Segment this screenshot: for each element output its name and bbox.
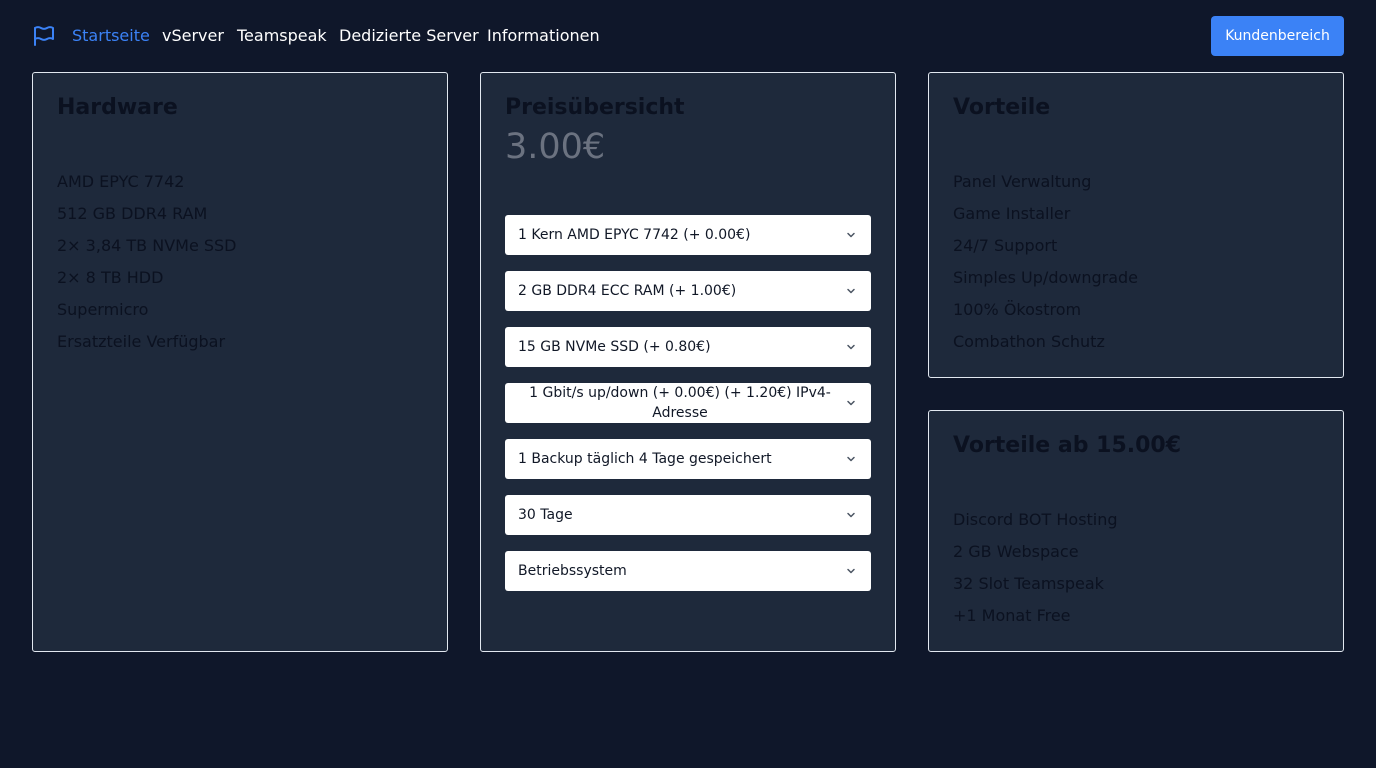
hardware-item: 2× 3,84 TB NVMe SSD bbox=[57, 236, 237, 255]
select-value: 30 Tage bbox=[518, 507, 573, 523]
pricing-title: Preisübersicht bbox=[505, 95, 685, 120]
nav-link-informationen[interactable]: Informationen bbox=[487, 25, 600, 47]
vorteil-item: Game Installer bbox=[953, 204, 1071, 223]
hardware-title: Hardware bbox=[57, 95, 178, 120]
nav-link-teamspeak[interactable]: Teamspeak bbox=[237, 25, 327, 47]
select-value: Betriebssystem bbox=[518, 563, 627, 579]
chevron-down-icon bbox=[847, 568, 855, 574]
hardware-card: Hardware AMD EPYC 7742 512 GB DDR4 RAM 2… bbox=[32, 72, 448, 652]
vorteil-item: Panel Verwaltung bbox=[953, 172, 1092, 191]
chevron-down-icon bbox=[847, 232, 855, 238]
backup-select[interactable]: 1 Backup täglich 4 Tage gespeichert bbox=[505, 439, 871, 479]
chevron-down-icon bbox=[847, 288, 855, 294]
vorteil-premium-item: 2 GB Webspace bbox=[953, 542, 1079, 561]
select-value: 1 Backup täglich 4 Tage gespeichert bbox=[518, 451, 772, 467]
kundenbereich-button[interactable]: Kundenbereich bbox=[1211, 16, 1344, 56]
select-value: 1 Kern AMD EPYC 7742 (+ 0.00€) bbox=[518, 227, 751, 243]
hardware-item: 2× 8 TB HDD bbox=[57, 268, 164, 287]
hardware-item: Supermicro bbox=[57, 300, 149, 319]
vorteil-premium-item: +1 Monat Free bbox=[953, 606, 1071, 625]
chevron-down-icon bbox=[847, 400, 855, 406]
vorteil-item: Combathon Schutz bbox=[953, 332, 1105, 351]
chevron-down-icon bbox=[847, 456, 855, 462]
vorteile-title: Vorteile bbox=[953, 95, 1051, 120]
nav-link-startseite[interactable]: Startseite bbox=[72, 25, 150, 47]
duration-select[interactable]: 30 Tage bbox=[505, 495, 871, 535]
flag-icon[interactable] bbox=[32, 24, 56, 48]
vorteil-item: Simples Up/downgrade bbox=[953, 268, 1139, 287]
vorteil-premium-item: 32 Slot Teamspeak bbox=[953, 574, 1104, 593]
hardware-item: AMD EPYC 7742 bbox=[57, 172, 185, 191]
chevron-down-icon bbox=[847, 344, 855, 350]
vorteil-premium-item: Discord BOT Hosting bbox=[953, 510, 1118, 529]
nav-link-vserver[interactable]: vServer bbox=[162, 25, 224, 47]
pricing-card: Preisübersicht 3.00€ 1 Kern AMD EPYC 774… bbox=[480, 72, 896, 652]
top-navigation: Startseite vServer Teamspeak Dedizierte … bbox=[0, 0, 1376, 72]
chevron-down-icon bbox=[847, 512, 855, 518]
os-select[interactable]: Betriebssystem bbox=[505, 551, 871, 591]
vorteile-premium-card: Vorteile ab 15.00€ Discord BOT Hosting 2… bbox=[928, 410, 1344, 652]
hardware-item: Ersatzteile Verfügbar bbox=[57, 332, 226, 351]
vorteile-premium-title: Vorteile ab 15.00€ bbox=[953, 433, 1182, 458]
total-price: 3.00€ bbox=[505, 127, 606, 167]
nav-link-dedizierte-server[interactable]: Dedizierte Server bbox=[339, 25, 479, 47]
cpu-select[interactable]: 1 Kern AMD EPYC 7742 (+ 0.00€) bbox=[505, 215, 871, 255]
vorteil-item: 24/7 Support bbox=[953, 236, 1058, 255]
select-value: 1 Gbit/s up/down (+ 0.00€) (+ 1.20€) IPv… bbox=[529, 385, 831, 421]
hardware-item: 512 GB DDR4 RAM bbox=[57, 204, 208, 223]
select-value: 2 GB DDR4 ECC RAM (+ 1.00€) bbox=[518, 283, 737, 299]
ram-select[interactable]: 2 GB DDR4 ECC RAM (+ 1.00€) bbox=[505, 271, 871, 311]
network-select[interactable]: 1 Gbit/s up/down (+ 0.00€) (+ 1.20€) IPv… bbox=[505, 383, 871, 423]
vorteile-card: Vorteile Panel Verwaltung Game Installer… bbox=[928, 72, 1344, 378]
storage-select[interactable]: 15 GB NVMe SSD (+ 0.80€) bbox=[505, 327, 871, 367]
select-value: 15 GB NVMe SSD (+ 0.80€) bbox=[518, 339, 711, 355]
vorteil-item: 100% Ökostrom bbox=[953, 300, 1082, 319]
